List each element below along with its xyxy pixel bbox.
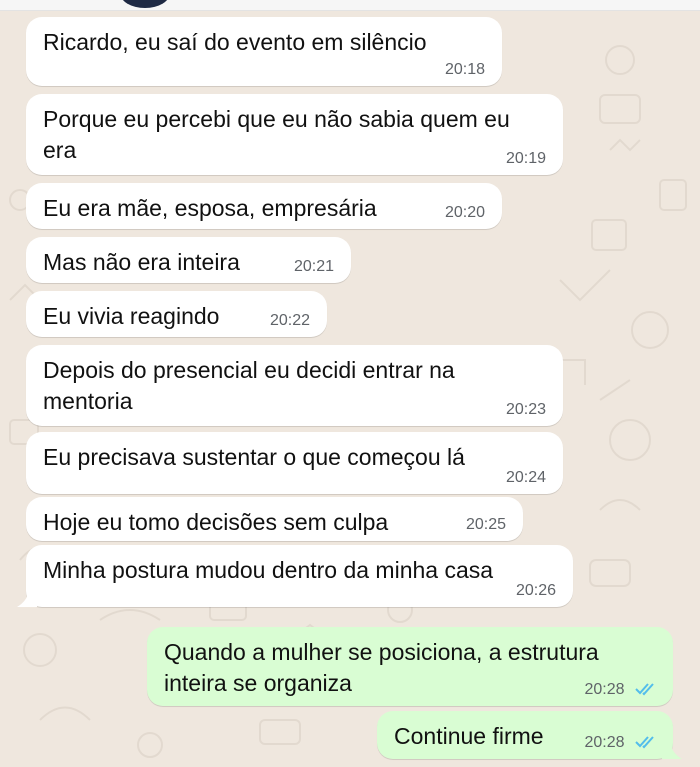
message-bubble-incoming[interactable]: Eu vivia reagindo 20:22 xyxy=(26,291,327,337)
message-timestamp: 20:20 xyxy=(444,204,485,221)
bubble-tail-icon xyxy=(662,743,682,759)
bubble-tail-icon xyxy=(17,591,37,607)
message-timestamp: 20:25 xyxy=(465,516,506,533)
message-bubble-incoming[interactable]: Mas não era inteira 20:21 xyxy=(26,237,351,283)
message-text: Mas não era inteira xyxy=(43,249,240,275)
message-timestamp: 20:18 xyxy=(444,61,485,78)
message-bubble-incoming[interactable]: Depois do presencial eu decidi entrar na… xyxy=(26,345,563,426)
message-timestamp: 20:28 xyxy=(585,681,658,699)
message-timestamp: 20:28 xyxy=(585,734,658,752)
message-text: Depois do presencial eu decidi entrar na… xyxy=(43,357,455,414)
message-text: Porque eu percebi que eu não sabia quem … xyxy=(43,106,510,163)
message-text: Quando a mulher se posiciona, a estrutur… xyxy=(164,639,599,696)
message-text: Minha postura mudou dentro da minha casa xyxy=(43,557,494,583)
chat-background: Ricardo, eu saí do evento em silêncio 20… xyxy=(0,0,700,767)
message-timestamp: 20:21 xyxy=(293,258,334,275)
message-time: 20:28 xyxy=(584,734,625,751)
read-ticks-icon xyxy=(635,683,654,696)
message-text: Hoje eu tomo decisões sem culpa xyxy=(43,509,389,535)
message-timestamp: 20:22 xyxy=(269,312,310,329)
message-bubble-incoming[interactable]: Porque eu percebi que eu não sabia quem … xyxy=(26,94,563,175)
message-timestamp: 20:26 xyxy=(515,582,556,599)
message-bubble-incoming[interactable]: Hoje eu tomo decisões sem culpa 20:25 xyxy=(26,497,523,541)
message-text: Eu precisava sustentar o que começou lá xyxy=(43,444,465,470)
message-bubble-incoming[interactable]: Minha postura mudou dentro da minha casa… xyxy=(17,545,573,607)
message-text: Continue firme xyxy=(394,723,544,749)
message-bubble-incoming[interactable]: Ricardo, eu saí do evento em silêncio 20… xyxy=(26,17,502,86)
message-bubble-outgoing[interactable]: Quando a mulher se posiciona, a estrutur… xyxy=(147,627,673,706)
message-bubble-outgoing[interactable]: Continue firme 20:28 xyxy=(377,711,682,759)
message-timestamp: 20:19 xyxy=(505,150,546,167)
message-bubble-incoming[interactable]: Eu precisava sustentar o que começou lá … xyxy=(26,432,563,494)
message-text: Eu era mãe, esposa, empresária xyxy=(43,195,377,221)
message-bubble-incoming[interactable]: Eu era mãe, esposa, empresária 20:20 xyxy=(26,183,502,229)
message-timestamp: 20:24 xyxy=(505,469,546,486)
message-time: 20:28 xyxy=(584,681,625,698)
message-text: Ricardo, eu saí do evento em silêncio xyxy=(43,29,427,55)
message-text: Eu vivia reagindo xyxy=(43,303,220,329)
message-timestamp: 20:23 xyxy=(505,401,546,418)
read-ticks-icon xyxy=(635,736,654,749)
